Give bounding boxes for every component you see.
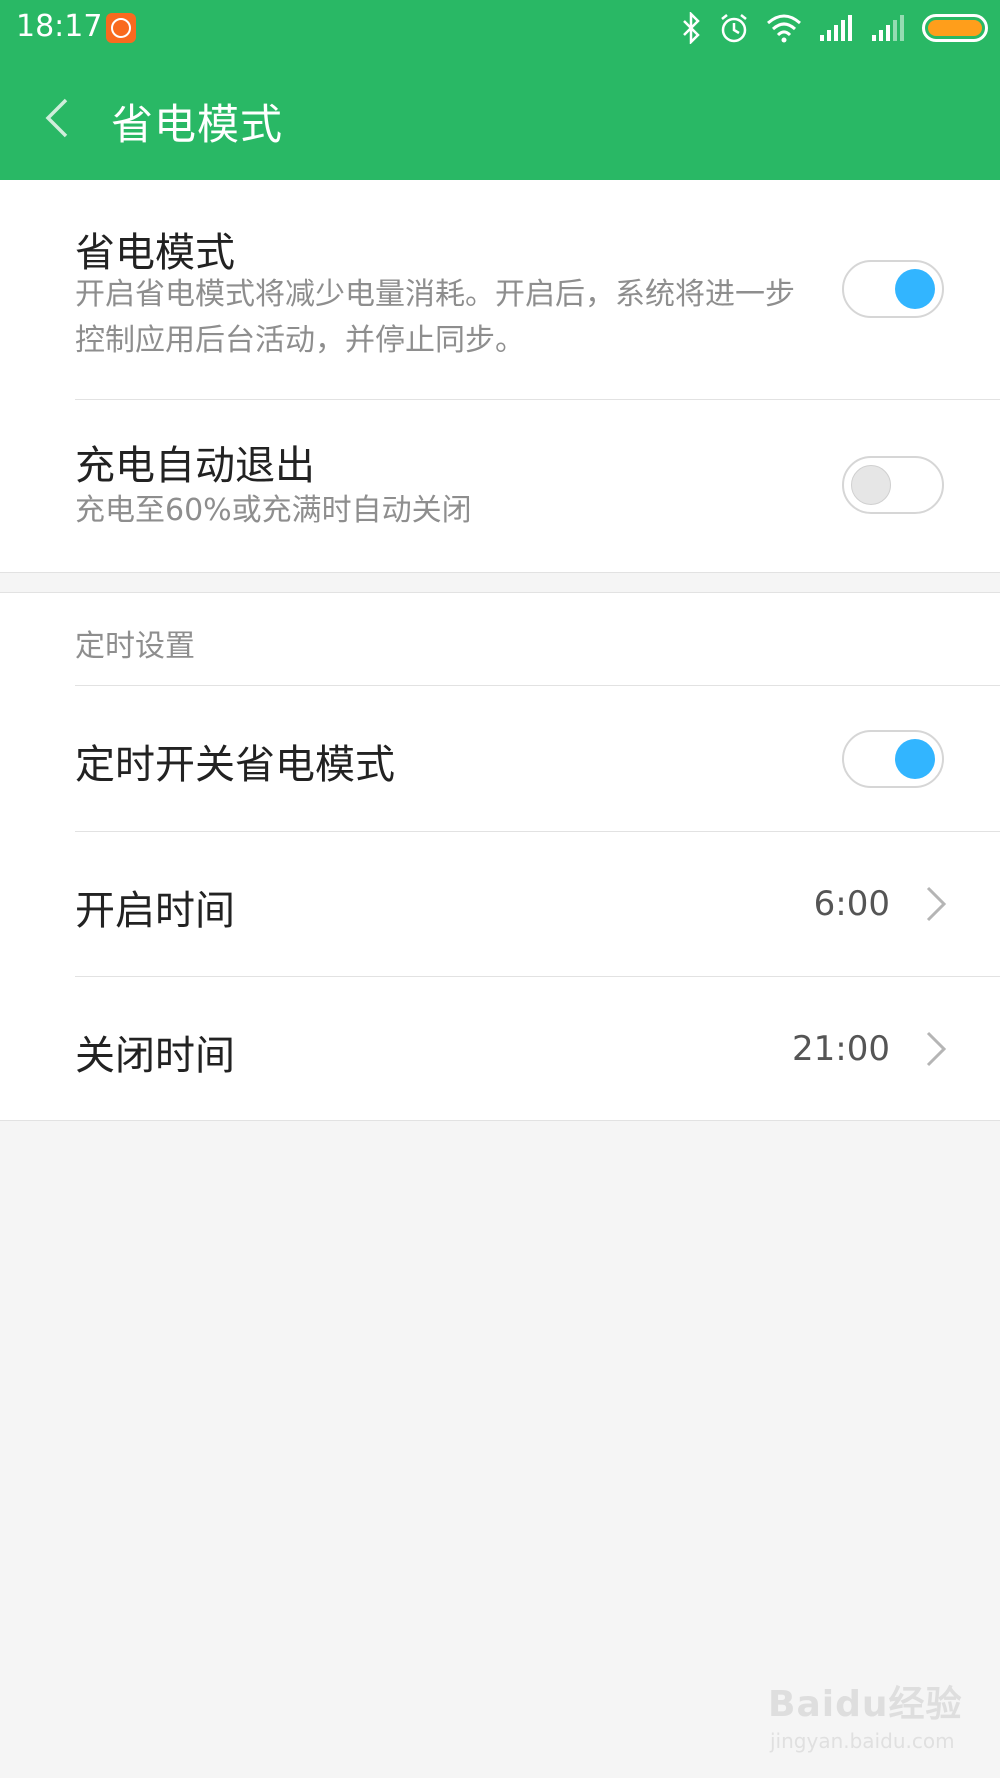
start-time-value: 6:00	[813, 884, 890, 924]
auto-exit-title: 充电自动退出	[75, 443, 315, 489]
chevron-right-icon	[926, 1031, 947, 1067]
toggle-knob	[851, 465, 891, 505]
start-time-label: 开启时间	[75, 888, 235, 934]
signal-icon	[872, 15, 904, 41]
status-time: 18:17	[16, 9, 103, 44]
app-header: 18:17 省电模式	[0, 0, 1000, 180]
power-saving-description: 开启省电模式将减少电量消耗。开启后，系统将进一步控制应用后台活动，并停止同步。	[75, 277, 795, 358]
alarm-icon	[721, 14, 747, 43]
status-icons	[680, 10, 988, 46]
schedule-toggle-row[interactable]: 定时开关省电模式	[0, 686, 1000, 831]
signal-icon	[820, 15, 852, 41]
power-saving-toggle[interactable]	[842, 260, 944, 318]
auto-exit-row[interactable]: 充电自动退出 充电至60%或充满时自动关闭	[0, 400, 1000, 573]
auto-exit-description: 充电至60%或充满时自动关闭	[75, 493, 472, 528]
schedule-card: 定时设置 定时开关省电模式 开启时间 6:00 关闭时间 21:00	[0, 592, 1000, 1121]
battery-icon	[922, 14, 988, 42]
end-time-label: 关闭时间	[75, 1033, 235, 1079]
watermark-logo: Baidu经验	[768, 1684, 963, 1725]
end-time-row[interactable]: 关闭时间 21:00	[0, 977, 1000, 1122]
auto-exit-toggle[interactable]	[842, 456, 944, 514]
watermark-url: jingyan.baidu.com	[770, 1729, 955, 1753]
schedule-toggle[interactable]	[842, 730, 944, 788]
schedule-toggle-title: 定时开关省电模式	[75, 742, 395, 788]
page-title: 省电模式	[111, 100, 284, 149]
toggle-knob	[895, 269, 935, 309]
status-bar: 18:17	[0, 0, 1000, 56]
baidu-watermark: Baidu经验 jingyan.baidu.com	[760, 1665, 985, 1760]
power-saving-title: 省电模式	[75, 230, 235, 276]
toggle-knob	[895, 739, 935, 779]
chevron-right-icon	[926, 886, 947, 922]
power-saving-card: 省电模式 开启省电模式将减少电量消耗。开启后，系统将进一步控制应用后台活动，并停…	[0, 180, 1000, 573]
start-time-row[interactable]: 开启时间 6:00	[0, 832, 1000, 976]
mi-app-icon	[106, 13, 136, 43]
wifi-icon	[767, 14, 801, 43]
section-label-schedule: 定时设置	[75, 629, 195, 664]
back-chevron-icon[interactable]	[40, 96, 76, 140]
end-time-value: 21:00	[792, 1029, 890, 1069]
power-saving-row[interactable]: 省电模式 开启省电模式将减少电量消耗。开启后，系统将进一步控制应用后台活动，并停…	[0, 180, 1000, 399]
bluetooth-icon	[683, 12, 700, 44]
